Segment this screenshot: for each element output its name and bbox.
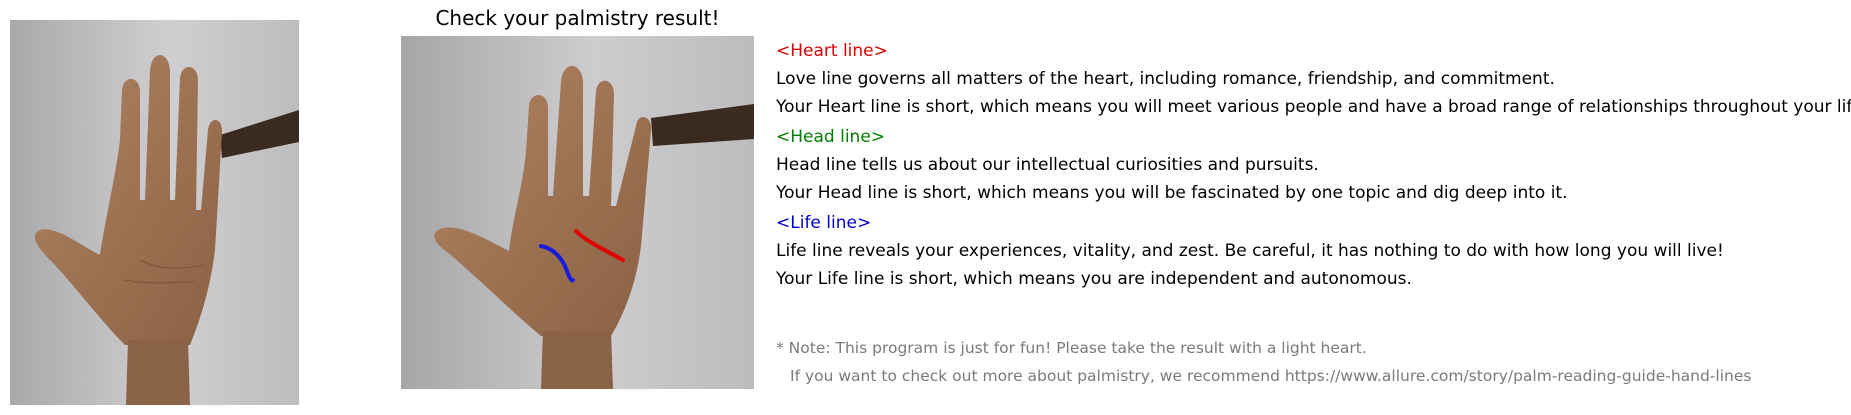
life-line-result: Your Life line is short, which means you…: [776, 269, 1412, 289]
note-line-2: If you want to check out more about palm…: [790, 367, 1752, 385]
palmistry-result-figure: Check your palmistry result! <Heart line…: [0, 0, 1851, 415]
head-line-result: Your Head line is short, which means you…: [776, 183, 1568, 203]
result-text-panel: <Heart line> Love line governs all matte…: [776, 40, 1851, 298]
head-line-description: Head line tells us about our intellectua…: [776, 155, 1319, 175]
original-palm-image: [10, 20, 299, 405]
disclaimer-note: * Note: This program is just for fun! Pl…: [776, 338, 1846, 394]
life-line-description: Life line reveals your experiences, vita…: [776, 241, 1724, 261]
heart-line-section: <Heart line> Love line governs all matte…: [776, 40, 1851, 118]
life-line-section: <Life line> Life line reveals your exper…: [776, 212, 1846, 290]
life-line-heading: <Life line>: [776, 213, 872, 233]
result-title: Check your palmistry result!: [435, 6, 720, 30]
palm-photo-with-lines: [401, 36, 754, 389]
note-line-1: * Note: This program is just for fun! Pl…: [776, 339, 1367, 357]
heart-line-description: Love line governs all matters of the hea…: [776, 69, 1555, 89]
head-line-section: <Head line> Head line tells us about our…: [776, 126, 1846, 204]
heart-line-heading: <Heart line>: [776, 41, 888, 61]
head-line-heading: <Head line>: [776, 127, 886, 147]
result-palm-image: [401, 36, 754, 389]
heart-line-result: Your Heart line is short, which means yo…: [776, 97, 1851, 117]
palm-photo: [10, 20, 299, 405]
